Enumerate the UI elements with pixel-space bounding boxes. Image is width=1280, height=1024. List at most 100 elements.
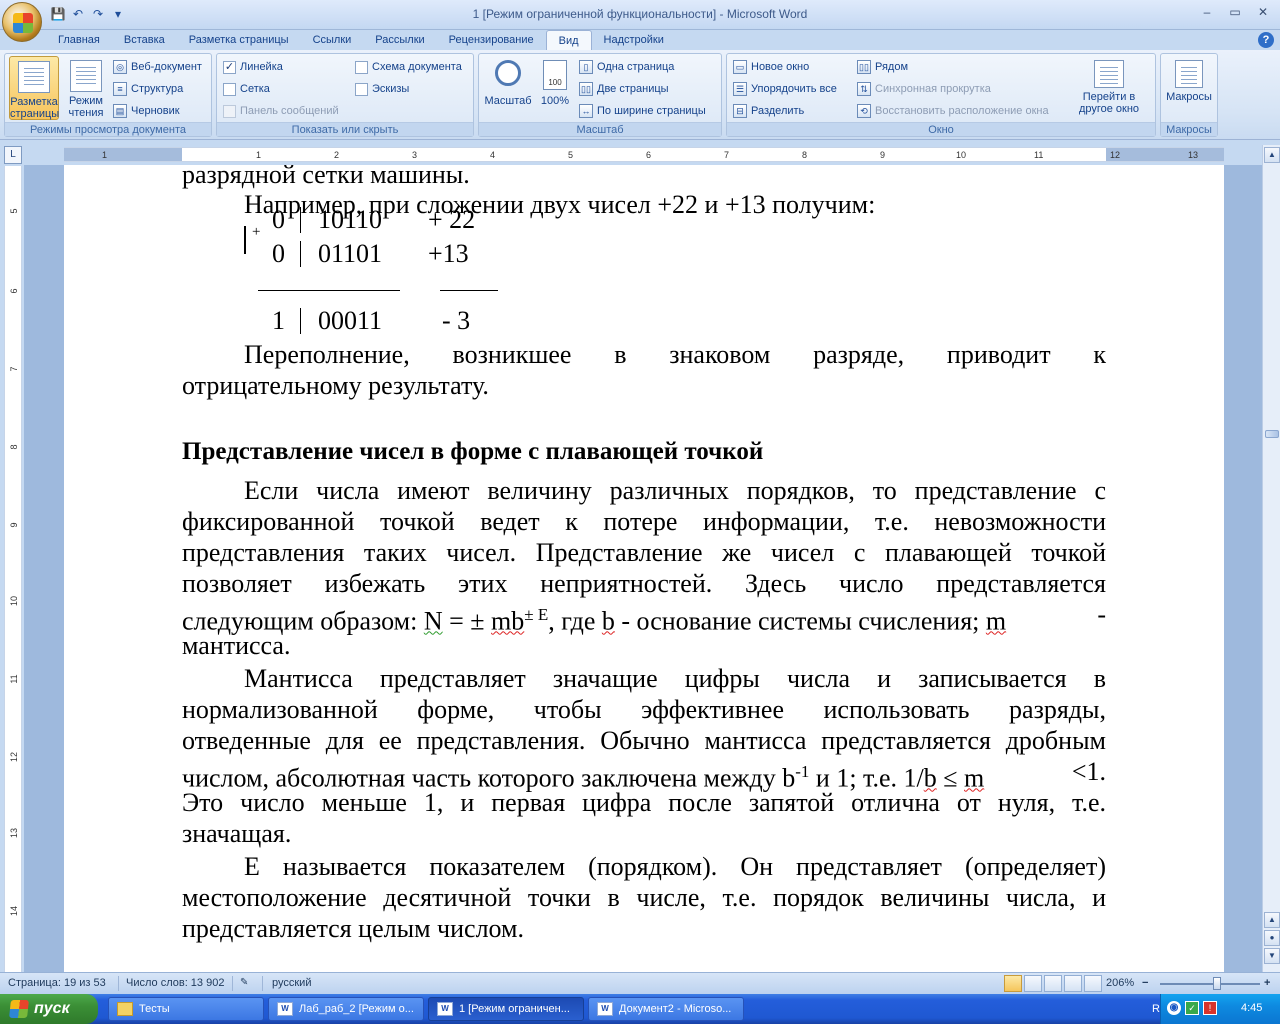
scroll-thumb[interactable] — [1265, 430, 1279, 438]
sync-scroll-label: Синхронная прокрутка — [875, 83, 991, 95]
ruler-tick: 14 — [9, 906, 19, 917]
thumbnails-checkbox[interactable]: Эскизы — [355, 80, 409, 98]
tab-home[interactable]: Главная — [46, 30, 112, 51]
web-view-icon[interactable] — [1044, 975, 1062, 992]
side-by-side-button[interactable]: ▯▯ Рядом — [857, 58, 908, 76]
taskbar-item-label: 1 [Режим ограничен... — [459, 1003, 570, 1015]
taskbar-item[interactable]: Тесты — [108, 997, 264, 1021]
zoom-level[interactable]: 206% — [1106, 977, 1134, 989]
reading-mode-button[interactable]: Режим чтения — [61, 56, 111, 120]
ruler-label: Линейка — [240, 61, 283, 73]
tab-mailings[interactable]: Рассылки — [363, 30, 436, 51]
zoom-in-button[interactable]: + — [1264, 977, 1270, 989]
ruler-tick: 12 — [9, 752, 19, 763]
restore-button[interactable]: ▭ — [1222, 2, 1248, 22]
group-zoom-label: Масштаб — [479, 122, 721, 136]
tab-page-layout[interactable]: Разметка страницы — [177, 30, 301, 51]
plus-sign: + — [252, 224, 261, 240]
overflow-line-2: отрицательному результату. — [182, 371, 489, 400]
start-button[interactable]: пуск — [0, 994, 98, 1024]
tab-addins[interactable]: Надстройки — [592, 30, 676, 51]
new-window-button[interactable]: ▭ Новое окно — [733, 58, 809, 76]
print-layout-button[interactable]: Разметка страницы — [9, 56, 59, 120]
word-count[interactable]: Число слов: 13 902 — [126, 977, 224, 989]
tab-selector-button[interactable]: L — [4, 146, 22, 164]
page-count[interactable]: Страница: 19 из 53 — [8, 977, 106, 989]
tab-review[interactable]: Рецензирование — [437, 30, 546, 51]
para2-line: нормализованной форме, чтобы эффективнее… — [182, 695, 1106, 724]
ruler-tick: 1 — [102, 150, 108, 160]
browse-object-icon[interactable]: ● — [1264, 930, 1280, 946]
ruler-tick: 12 — [1110, 150, 1121, 160]
doc-map-check-icon — [355, 60, 368, 74]
minimize-button[interactable]: – — [1194, 2, 1220, 22]
calc-row1-sign: 0 — [272, 205, 285, 234]
draft-button[interactable]: ▤ Черновик — [113, 102, 180, 120]
help-icon[interactable]: ? — [1258, 32, 1274, 48]
office-button[interactable] — [2, 2, 42, 42]
page[interactable]: разрядной сетки машины. Например, при сл… — [64, 165, 1224, 972]
scroll-up-icon[interactable]: ▲ — [1264, 147, 1280, 163]
ruler-tick: 5 — [9, 208, 19, 214]
doc-map-checkbox[interactable]: Схема документа — [355, 58, 462, 76]
calc-row1-bits: 10110 — [318, 205, 383, 234]
zoom-slider[interactable] — [1160, 983, 1260, 985]
switch-window-button[interactable]: Перейти в другое окно — [1069, 56, 1149, 120]
reset-position-label: Восстановить расположение окна — [875, 105, 1049, 117]
vertical-ruler[interactable]: 5 6 7 8 9 10 11 12 13 14 — [4, 166, 22, 972]
draft-view-icon[interactable] — [1084, 975, 1102, 992]
antivirus-icon[interactable]: ! — [1203, 1001, 1217, 1015]
macros-button[interactable]: Макросы — [1164, 56, 1214, 120]
taskbar-item[interactable]: W Лаб_раб_2 [Режим о... — [268, 997, 424, 1021]
reset-position-button[interactable]: ⟲ Восстановить расположение окна — [857, 102, 1049, 120]
reading-view-icon[interactable] — [1024, 975, 1042, 992]
gridlines-checkbox[interactable]: Сетка — [223, 80, 270, 98]
horizontal-ruler[interactable]: 1 1 2 3 4 5 6 7 8 9 10 11 12 13 — [64, 147, 1224, 162]
para1-last-line: мантисса. — [182, 631, 291, 660]
ruler-tick: 1 — [256, 150, 262, 160]
thumbnails-label: Эскизы — [372, 83, 410, 95]
message-bar-check-icon — [223, 104, 236, 118]
word-doc-icon: W — [277, 1002, 293, 1016]
system-tray: ◉ ✓ ! 4:45 — [1160, 994, 1280, 1024]
outline-button[interactable]: ≡ Структура — [113, 80, 183, 98]
ruler-checkbox[interactable]: ✓ Линейка — [223, 58, 283, 76]
group-show-hide-label: Показать или скрыть — [217, 122, 473, 136]
switch-window-label: Перейти в другое окно — [1078, 91, 1140, 115]
arrange-all-button[interactable]: ☰ Упорядочить все — [733, 80, 837, 98]
sync-scroll-icon: ⇅ — [857, 82, 871, 96]
sync-scroll-button[interactable]: ⇅ Синхронная прокрутка — [857, 80, 991, 98]
outline-view-icon[interactable] — [1064, 975, 1082, 992]
web-layout-button[interactable]: ◎ Веб-документ — [113, 58, 202, 76]
zoom-slider-knob[interactable] — [1213, 977, 1221, 990]
two-pages-button[interactable]: ▯▯ Две страницы — [579, 80, 669, 98]
para3-line: представляется целым числом. — [182, 914, 524, 943]
taskbar-item[interactable]: W Документ2 - Microso... — [588, 997, 744, 1021]
clock[interactable]: 4:45 — [1241, 1002, 1262, 1014]
tab-insert[interactable]: Вставка — [112, 30, 177, 51]
scroll-down-icon[interactable]: ▼ — [1264, 948, 1280, 964]
close-button[interactable]: ✕ — [1250, 2, 1276, 22]
scroll-up-icon[interactable]: ▲ — [1264, 912, 1280, 928]
message-bar-checkbox[interactable]: Панель сообщений — [223, 102, 339, 120]
page-width-button[interactable]: ↔ По ширине страницы — [579, 102, 706, 120]
tab-references[interactable]: Ссылки — [301, 30, 364, 51]
ruler-tick: 3 — [412, 150, 418, 160]
status-divider — [232, 976, 233, 991]
office-logo-icon — [13, 13, 33, 33]
one-page-button[interactable]: ▯ Одна страница — [579, 58, 674, 76]
print-layout-view-icon[interactable] — [1004, 975, 1022, 992]
zoom-out-button[interactable]: − — [1142, 977, 1148, 989]
ruler-tick: 9 — [9, 522, 19, 528]
shield-icon[interactable]: ✓ — [1185, 1001, 1199, 1015]
doc-map-label: Схема документа — [372, 61, 462, 73]
tab-view[interactable]: Вид — [545, 30, 592, 51]
zoom-100-button[interactable]: 100 100% — [535, 56, 575, 120]
network-icon[interactable]: ◉ — [1167, 1001, 1181, 1015]
split-button[interactable]: ⊟ Разделить — [733, 102, 804, 120]
proofing-icon[interactable]: ✎ — [240, 977, 248, 988]
vertical-scrollbar[interactable]: ▲ ▲ ● ▼ — [1262, 145, 1280, 972]
language[interactable]: русский — [272, 977, 311, 989]
taskbar-item[interactable]: W 1 [Режим ограничен... — [428, 997, 584, 1021]
zoom-button[interactable]: Масштаб — [481, 56, 535, 120]
